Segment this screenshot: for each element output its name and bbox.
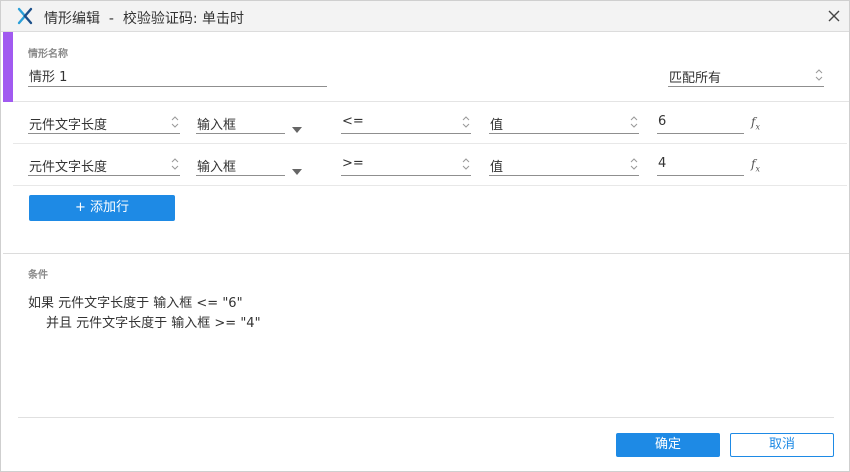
footer-divider: [18, 417, 834, 418]
dialog-title: 情形编辑 - 校验验证码: 单击时: [44, 11, 245, 27]
title-bar: 情形编辑 - 校验验证码: 单击时: [1, 1, 849, 32]
operator-select[interactable]: >=: [341, 154, 471, 176]
match-mode-value: 匹配所有: [669, 71, 722, 86]
scenario-accent-bar: [3, 32, 13, 102]
condition-row: 元件文字长度 输入框 >= 值 4 fx: [13, 144, 847, 186]
fx-sub-glyph: x: [755, 164, 760, 174]
match-mode-select[interactable]: 匹配所有: [668, 65, 824, 87]
widget-select[interactable]: 输入框: [196, 154, 285, 176]
fx-icon[interactable]: fx: [751, 115, 760, 131]
value-text: 6: [658, 114, 667, 129]
value-input[interactable]: 6: [657, 112, 744, 134]
ok-button[interactable]: 确定: [616, 433, 720, 457]
chevron-down-icon[interactable]: [292, 122, 302, 133]
spinner-icon: [815, 67, 823, 83]
condition-summary-label: 条件: [28, 270, 48, 281]
operator-select[interactable]: <=: [341, 112, 471, 134]
value-input[interactable]: 4: [657, 154, 744, 176]
condition-dialog: 情形编辑 - 校验验证码: 单击时 情形名称 匹配所有 元件文字长度 输入框 <: [0, 0, 850, 472]
condition-row: 元件文字长度 输入框 <= 值 6 fx: [13, 102, 847, 144]
value-type-select[interactable]: 值: [489, 112, 639, 134]
condition-summary: 条件 如果 元件文字长度于 输入框 <= "6" 并且 元件文字长度于 输入框 …: [3, 253, 849, 417]
scenario-name-input[interactable]: [28, 65, 327, 87]
widget-value: 输入框: [197, 160, 237, 175]
fx-icon[interactable]: fx: [751, 157, 760, 173]
target-value: 元件文字长度: [29, 118, 108, 133]
scenario-name-label: 情形名称: [28, 49, 68, 60]
cancel-button[interactable]: 取消: [730, 433, 834, 457]
operator-value: >=: [342, 156, 364, 171]
target-select[interactable]: 元件文字长度: [28, 154, 180, 176]
summary-line-if: 如果 元件文字长度于 输入框 <= "6": [28, 296, 243, 311]
spinner-icon: [171, 156, 179, 172]
spinner-icon: [630, 156, 638, 172]
value-type-value: 值: [490, 160, 504, 175]
fx-sub-glyph: x: [755, 122, 760, 132]
widget-select[interactable]: 输入框: [196, 112, 285, 134]
scenario-name-section: 情形名称 匹配所有: [3, 32, 849, 102]
widget-value: 输入框: [197, 118, 237, 133]
chevron-down-icon[interactable]: [292, 164, 302, 175]
target-value: 元件文字长度: [29, 160, 108, 175]
value-type-value: 值: [490, 118, 504, 133]
value-text: 4: [658, 156, 667, 171]
spinner-icon: [630, 114, 638, 130]
axure-x-icon: [16, 7, 34, 25]
summary-line-and: 并且 元件文字长度于 输入框 >= "4": [46, 316, 261, 331]
add-row-button[interactable]: + 添加行: [29, 195, 175, 221]
spinner-icon: [462, 114, 470, 130]
close-icon[interactable]: [825, 7, 843, 25]
target-select[interactable]: 元件文字长度: [28, 112, 180, 134]
spinner-icon: [171, 114, 179, 130]
operator-value: <=: [342, 114, 364, 129]
spinner-icon: [462, 156, 470, 172]
value-type-select[interactable]: 值: [489, 154, 639, 176]
